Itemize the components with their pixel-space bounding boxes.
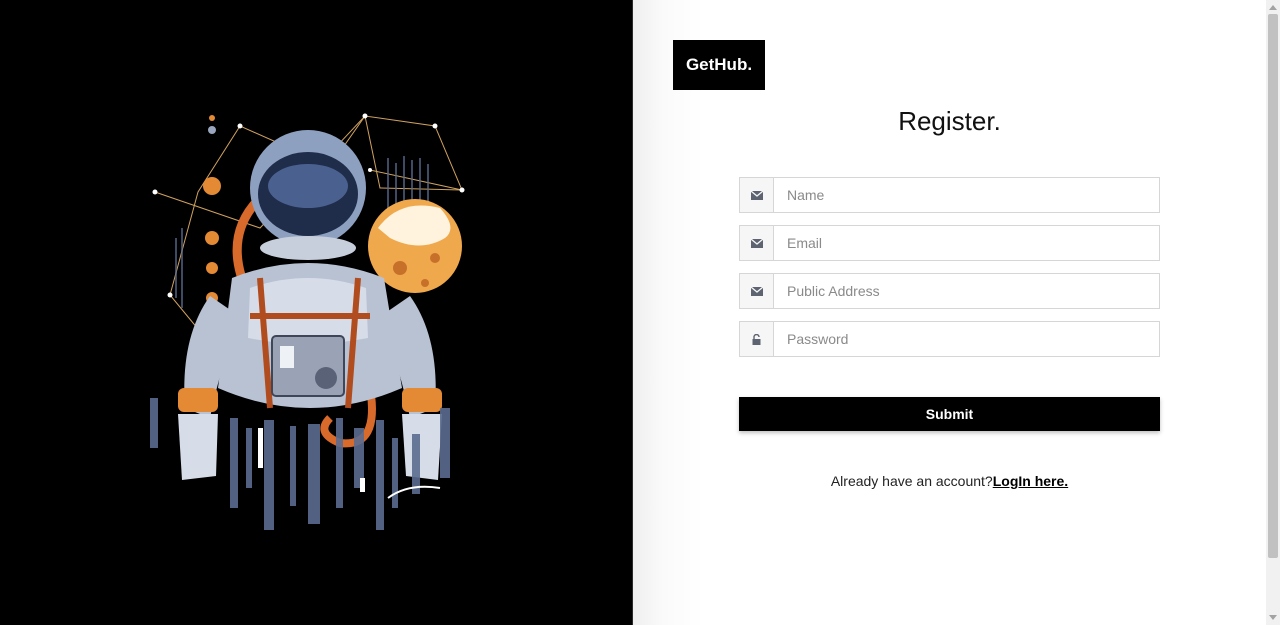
page-title: Register. (898, 106, 1001, 136)
scroll-up-icon[interactable] (1269, 5, 1277, 10)
password-input[interactable] (774, 322, 1159, 356)
password-field (739, 321, 1160, 357)
envelope-icon (740, 274, 774, 308)
name-input[interactable] (774, 178, 1159, 212)
email-field (739, 225, 1160, 261)
brand-logo[interactable]: GetHub. (673, 40, 765, 90)
public-address-field (739, 273, 1160, 309)
envelope-icon (740, 226, 774, 260)
register-panel: GetHub. Register. Submit Already have an… (633, 0, 1266, 625)
scrollbar-thumb[interactable] (1268, 14, 1278, 558)
envelope-icon (740, 178, 774, 212)
submit-button[interactable]: Submit (739, 397, 1160, 431)
lock-icon (740, 322, 774, 356)
scroll-down-icon[interactable] (1269, 615, 1277, 620)
login-link[interactable]: LogIn here. (993, 473, 1068, 489)
hero-panel (0, 0, 633, 625)
public-address-input[interactable] (774, 274, 1159, 308)
login-prompt-text: Already have an account? (830, 473, 993, 489)
name-field (739, 177, 1160, 213)
email-input[interactable] (774, 226, 1159, 260)
login-prompt: Already have an account?LogIn here. (633, 473, 1266, 489)
page-scrollbar[interactable] (1266, 0, 1280, 625)
astronaut-illustration (150, 113, 465, 530)
